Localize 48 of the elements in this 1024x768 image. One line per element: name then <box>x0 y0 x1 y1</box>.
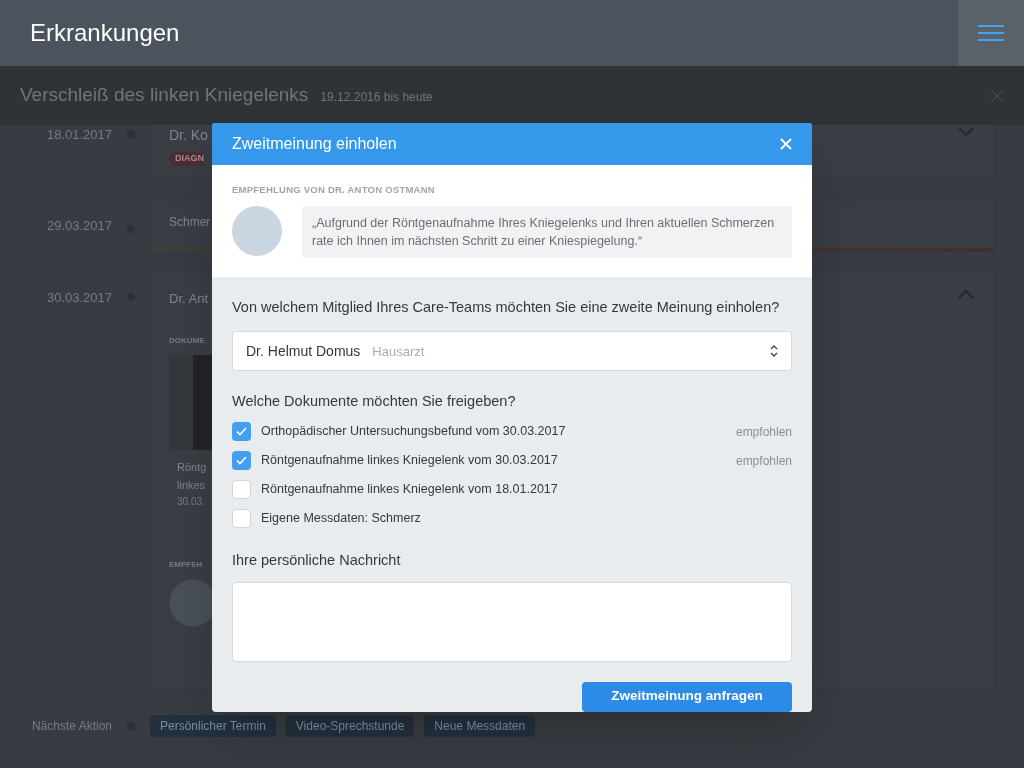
check-icon <box>236 427 247 437</box>
document-date: 30.03. <box>176 494 205 509</box>
care-team-select[interactable]: Dr. Helmut Domus Hausarzt <box>232 331 792 371</box>
timeline-date: 18.01.2017 <box>46 126 112 144</box>
page-title: Erkrankungen <box>29 18 180 48</box>
checkbox[interactable] <box>232 480 251 500</box>
selected-member: Dr. Helmut Domus <box>246 341 361 361</box>
document-title: linkes <box>176 477 206 493</box>
timeline-date: 30.03.2017 <box>46 289 112 307</box>
document-option: Eigene Messdaten: Schmerz <box>261 509 421 529</box>
chevron-up-icon[interactable] <box>958 289 974 299</box>
quote-bubble: „Aufgrund der Röntgenaufnahme Ihres Kniegelenks und Ihren aktuellen Schmerzen rate ich Ihnen im nächsten Schritt zu einer Kniespiegelung.“ <box>302 206 792 259</box>
submit-button[interactable]: Zweitmeinung anfragen <box>582 681 792 712</box>
checkbox[interactable] <box>232 509 251 529</box>
document-option: Röntgenaufnahme linkes Kniegelenk vom 18.01.2017 <box>261 480 558 500</box>
recommended-note: empfohlen <box>735 423 792 441</box>
recommended-note: empfohlen <box>735 452 792 470</box>
timeline-date: 29.03.2017 <box>46 217 112 236</box>
action-button[interactable]: Neue Messdaten <box>424 715 536 737</box>
section-label: DOKUME <box>169 334 205 347</box>
measurement-label: Schmer <box>168 214 211 231</box>
message-field[interactable] <box>232 581 792 662</box>
chevron-down-icon[interactable] <box>958 127 974 137</box>
up-down-icon <box>770 345 778 357</box>
action-button[interactable]: Video-Sprechstunde <box>285 715 415 737</box>
doctor-name: Dr. Ant <box>169 290 209 308</box>
doctor-name: Dr. Ko <box>169 126 208 145</box>
check-icon <box>236 456 247 466</box>
condition-title: Verschleiß des linken Kniegelenks <box>20 83 309 108</box>
member-role: Hausarzt <box>372 342 425 361</box>
section-label: EMPFEH <box>169 558 203 571</box>
next-action-label: Nächste Aktion <box>31 718 112 735</box>
checkbox[interactable] <box>232 422 251 442</box>
doctor-avatar <box>232 206 282 257</box>
menu-icon <box>978 25 1004 41</box>
document-option: Röntgenaufnahme linkes Kniegelenk vom 30.03.2017 <box>261 451 558 471</box>
document-title: Röntg <box>176 459 207 475</box>
message-label: Ihre persönliche Nachricht <box>232 550 402 570</box>
documents-label: Welche Dokumente möchten Sie freigeben? <box>232 392 517 411</box>
action-button[interactable]: Persönlicher Termin <box>150 715 276 737</box>
diagnosis-tag: DIAGN <box>169 152 204 166</box>
recommendation-label: EMPFEHLUNG VON DR. ANTON OSTMANN <box>232 183 436 197</box>
document-option: Orthopädischer Untersuchungsbefund vom 30.03.2017 <box>261 422 566 442</box>
menu-button[interactable] <box>958 0 1024 66</box>
condition-period: 19.12.2016 bis heute <box>320 89 433 107</box>
checkbox[interactable] <box>232 451 251 471</box>
question-label: Von welchem Mitglied Ihres Care-Teams möchten Sie eine zweite Meinung einholen? <box>232 298 781 318</box>
dialog-title: Zweitmeinung einholen <box>232 134 397 154</box>
